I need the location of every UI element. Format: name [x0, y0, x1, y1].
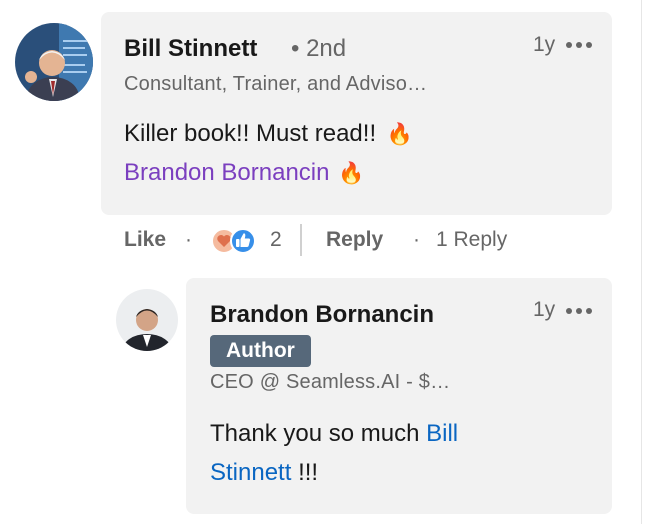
comment-age: 1y: [533, 33, 556, 56]
more-options-icon[interactable]: [566, 307, 594, 315]
reactions[interactable]: 2: [210, 226, 288, 256]
reply-author-avatar[interactable]: [116, 289, 178, 351]
reply-author-photo: [116, 289, 178, 351]
reply-text-line-2: Stinnett !!!: [210, 459, 318, 487]
author-badge: Author: [210, 335, 311, 367]
commenter-avatar[interactable]: [15, 23, 93, 101]
reply-age: 1y: [533, 298, 556, 321]
like-button[interactable]: Like: [124, 228, 166, 252]
like-reaction-icon: [230, 228, 256, 254]
feed-border: [641, 0, 642, 524]
fire-emoji: 🔥: [386, 123, 413, 146]
reply-text: Thank you so much: [210, 420, 420, 447]
mention-brandon-bornancin[interactable]: Brandon Bornancin: [124, 159, 329, 186]
reply-button[interactable]: Reply: [326, 228, 383, 252]
action-separator: [300, 224, 302, 256]
mention-bill-stinnett[interactable]: Stinnett: [210, 459, 291, 486]
comment-text-line: Killer book!! Must read!!: [124, 120, 377, 147]
comment-mention-line: Brandon Bornancin 🔥: [124, 159, 364, 187]
action-dot: ·: [413, 228, 420, 251]
reaction-count: 2: [270, 228, 282, 251]
connection-degree: • 2nd: [291, 35, 347, 62]
reply-text-line-1: Thank you so much Bill: [210, 420, 458, 448]
action-dot: ·: [185, 228, 192, 251]
reply-author-name[interactable]: Brandon Bornancin: [210, 301, 434, 329]
mention-bill-stinnett[interactable]: Bill: [426, 420, 458, 447]
replies-count-link[interactable]: 1 Reply: [436, 228, 507, 252]
commenter-name[interactable]: Bill Stinnett: [124, 35, 257, 63]
commenter-headline: Consultant, Trainer, and Adviso…: [124, 73, 428, 95]
fire-emoji: 🔥: [338, 162, 365, 185]
commenter-photo: [15, 23, 93, 101]
reply-author-headline: CEO @ Seamless.AI - $…: [210, 371, 451, 393]
reply-text: !!!: [298, 459, 319, 486]
more-options-icon[interactable]: [566, 41, 594, 49]
comment-text: Killer book!! Must read!! 🔥: [124, 120, 413, 148]
